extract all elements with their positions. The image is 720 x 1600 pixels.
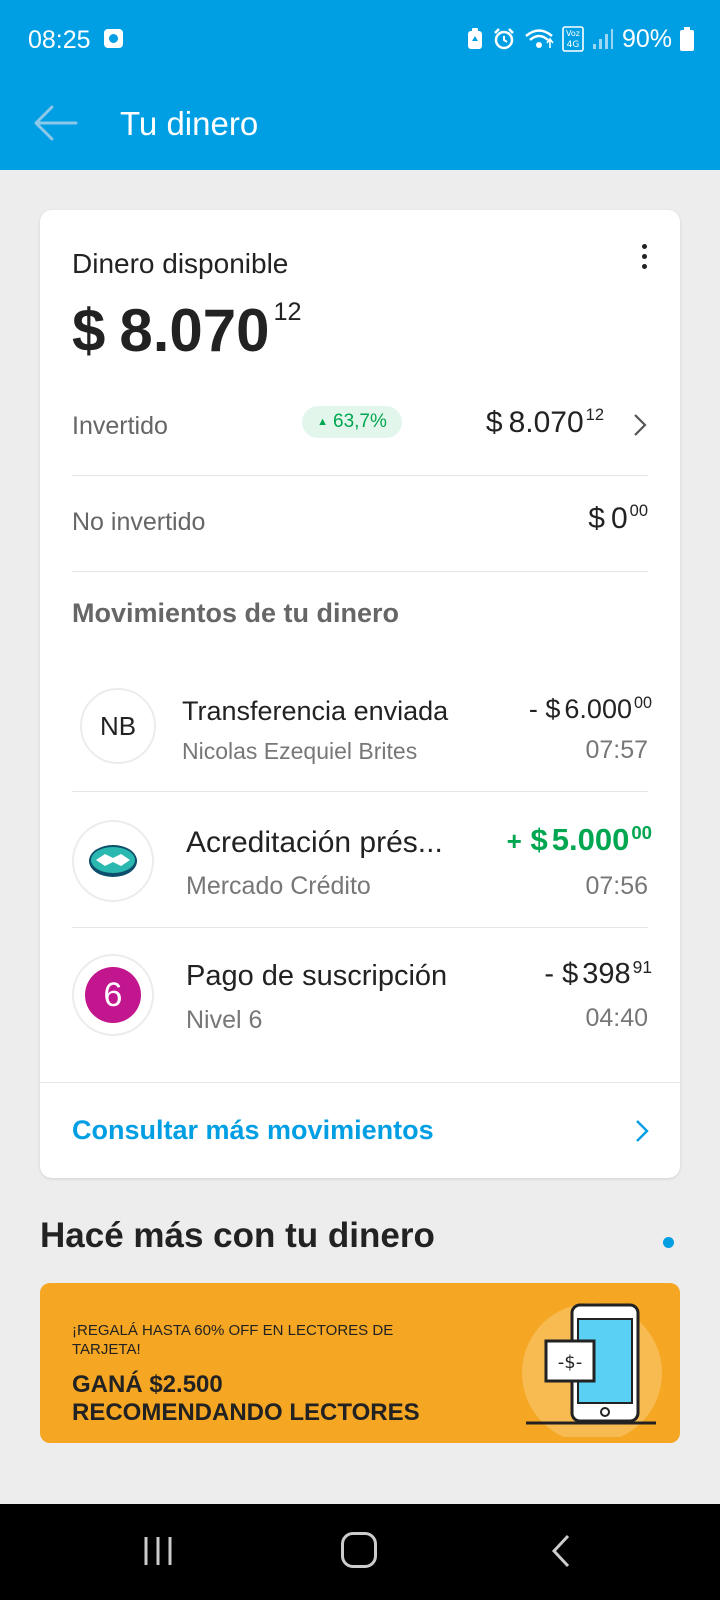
movement-amount: - $6.000 00 (529, 694, 652, 725)
avatar (72, 820, 154, 902)
amount-sign: + (506, 826, 522, 856)
status-time: 08:25 (28, 26, 91, 54)
recents-icon[interactable] (143, 1536, 173, 1566)
balance-integer: 8.070 (119, 297, 270, 364)
movement-time: 04:40 (585, 1004, 648, 1032)
page-title: Tu dinero (120, 105, 259, 142)
carousel-indicator-dot (663, 1237, 674, 1248)
invested-integer: 8.070 (508, 406, 584, 439)
movement-subtitle: Mercado Crédito (186, 872, 371, 900)
promo-art-text: -$- (558, 1352, 582, 1373)
movement-title: Transferencia enviada (182, 696, 449, 726)
invested-cents: 12 (585, 406, 604, 425)
currency-symbol: $ (485, 406, 503, 439)
more-vertical-icon[interactable] (638, 244, 650, 274)
promo-section-title: Hacé más con tu dinero (40, 1216, 435, 1255)
home-icon[interactable] (341, 1532, 377, 1568)
list-item[interactable]: NB Transferencia enviada Nicolas Ezequie… (72, 658, 652, 792)
card-reader-phone-icon: -$- (522, 1303, 662, 1437)
balance-amount: $8.070 12 (72, 296, 302, 365)
amount-sign: - (544, 958, 555, 990)
not-invested-label: No invertido (72, 508, 206, 536)
balance-cents: 12 (273, 297, 302, 326)
yield-badge: ▲ 63,7% (302, 406, 402, 438)
promo-line-2: RECOMENDANDO LECTORES (72, 1399, 420, 1426)
more-movements-link[interactable]: Consultar más movimientos (72, 1115, 434, 1146)
list-item[interactable]: 6 Pago de suscripción Nivel 6 - $398 91 0… (72, 928, 652, 1062)
not-invested-cents: 00 (629, 502, 648, 521)
trend-up-icon: ▲ (317, 416, 328, 428)
invested-amount: $8.070 12 (486, 406, 604, 440)
back-icon[interactable] (550, 1534, 572, 1568)
status-icons: Voz 4G 90% (466, 24, 694, 54)
movement-subtitle: Nicolas Ezequiel Brites (182, 738, 418, 764)
amount-integer: 398 (582, 958, 631, 990)
svg-text:Voz: Voz (566, 29, 580, 38)
balance-label: Dinero disponible (72, 248, 289, 279)
card-footer[interactable]: Consultar más movimientos (40, 1082, 680, 1178)
movement-amount: - $398 91 (544, 956, 652, 991)
chevron-right-icon[interactable] (634, 1117, 650, 1145)
battery-icon (680, 27, 694, 51)
invested-row[interactable]: Invertido ▲ 63,7% $8.070 12 (72, 380, 648, 476)
signal-icon (592, 29, 613, 49)
battery-percent: 90% (621, 24, 672, 53)
wifi-icon (525, 29, 554, 48)
promo-subtitle: ¡REGALÁ HASTA 60% OFF EN LECTORES DE TAR… (72, 1322, 394, 1358)
currency-symbol: $ (530, 822, 548, 857)
movement-time: 07:56 (585, 872, 648, 900)
battery-saver-icon (467, 28, 482, 49)
movement-title: Acreditación prés... (186, 826, 443, 859)
currency-symbol: $ (588, 502, 605, 535)
amount-integer: 6.000 (564, 694, 632, 724)
amount-sign: - (528, 694, 538, 724)
system-nav-bar (0, 1504, 720, 1600)
promo-banner[interactable]: ¡REGALÁ HASTA 60% OFF EN LECTORES DE TAR… (40, 1283, 680, 1443)
movement-amount: + $5.000 00 (507, 822, 652, 858)
amount-cents: 00 (631, 821, 652, 843)
movement-title: Pago de suscripción (186, 960, 448, 992)
avatar: NB (80, 688, 156, 764)
currency-symbol: $ (545, 694, 561, 724)
yield-value: 63,7% (333, 411, 387, 432)
currency-symbol: $ (72, 297, 106, 364)
svg-text:4G: 4G (567, 40, 580, 50)
promo-line-1: GANÁ $2.500 (72, 1371, 223, 1398)
not-invested-integer: 0 (610, 502, 628, 535)
movement-time: 07:57 (585, 736, 648, 764)
status-bar: 08:25 Voz 4G 90% (0, 0, 720, 78)
amount-integer: 5.000 (551, 822, 630, 857)
handshake-icon (89, 845, 137, 877)
volte-icon: Voz 4G (562, 26, 584, 52)
list-item[interactable]: Acreditación prés... Mercado Crédito + $… (72, 792, 652, 928)
movement-subtitle: Nivel 6 (186, 1006, 263, 1034)
currency-symbol: $ (562, 958, 579, 990)
app-bar: Tu dinero (0, 78, 720, 170)
invested-label: Invertido (72, 412, 168, 440)
arrow-left-icon[interactable] (30, 98, 80, 148)
nivel6-logo: 6 (85, 967, 141, 1023)
movements-title: Movimientos de tu dinero (72, 598, 400, 628)
alarm-icon (494, 28, 514, 50)
chevron-right-icon[interactable] (632, 411, 648, 439)
notification-icon (104, 29, 123, 48)
amount-cents: 91 (632, 956, 652, 977)
not-invested-row: No invertido $0 00 (72, 476, 648, 572)
amount-cents: 00 (633, 694, 652, 713)
avatar: 6 (72, 954, 154, 1036)
money-card: Dinero disponible $8.070 12 Invertido ▲ 63… (40, 210, 680, 1178)
not-invested-amount: $0 00 (588, 502, 648, 536)
promo-headline: GANÁ $2.500 RECOMENDANDO LECTORES (72, 1371, 420, 1427)
